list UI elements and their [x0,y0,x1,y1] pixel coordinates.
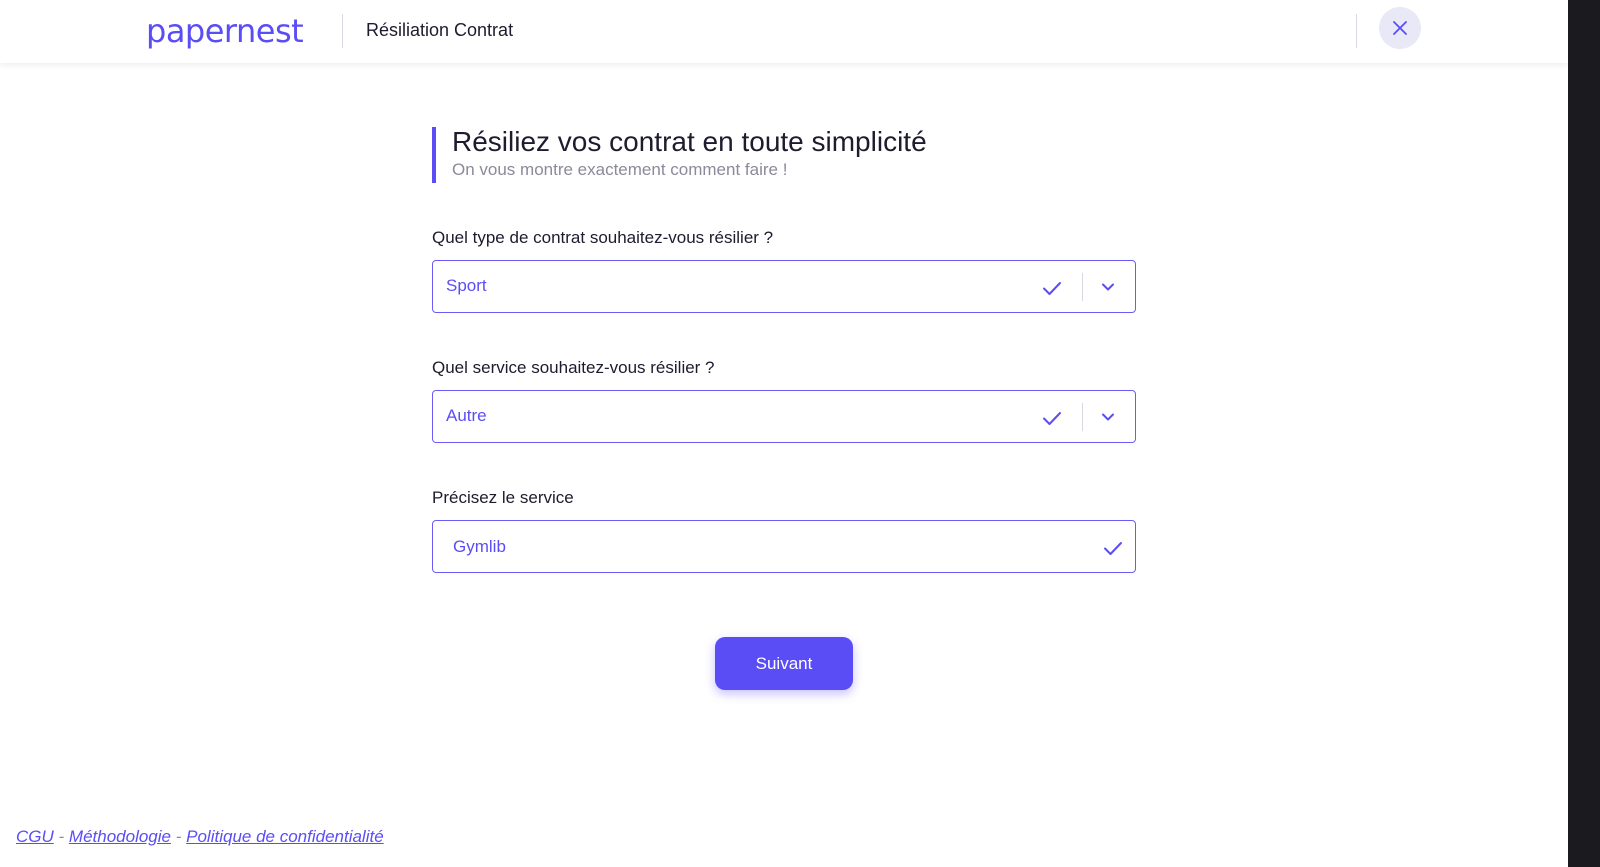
page-title: Résiliation Contrat [366,20,514,40]
service-detail-field [432,520,1136,573]
service-detail-label: Précisez le service [432,488,574,507]
check-icon [1043,282,1061,295]
contract-type-label: Quel type de contrat souhaitez-vous rési… [432,228,774,247]
footer-separator: - [175,827,182,846]
header-divider [342,14,343,48]
top-header: papernest Résiliation Contrat [0,0,1568,63]
page: papernest Résiliation Contrat Résiliez v… [0,0,1568,867]
privacy-policy-link[interactable]: Politique de confidentialité [186,827,384,846]
papernest-logo[interactable]: papernest [146,13,304,49]
intro-subtitle: On vous montre exactement comment faire … [452,160,788,179]
service-value: Autre [446,406,487,425]
footer-separator: - [58,827,65,846]
footer-links: CGU - Méthodologie - Politique de confid… [16,826,384,848]
select-separator [1082,403,1083,431]
intro-block: Résiliez vos contrat en toute simplicité… [432,127,927,183]
close-button[interactable] [1379,7,1421,49]
select-separator [1082,273,1083,301]
contract-type-value: Sport [446,276,487,295]
chevron-down-icon[interactable] [1099,278,1117,296]
check-icon [1104,542,1122,555]
window-edge [1568,0,1600,867]
next-button[interactable]: Suivant [715,637,853,690]
service-label: Quel service souhaitez-vous résilier ? [432,358,715,377]
contract-type-select[interactable]: Sport [432,260,1136,313]
chevron-down-icon[interactable] [1099,408,1117,426]
cgu-link[interactable]: CGU [16,827,54,846]
check-icon [1043,412,1061,425]
intro-title: Résiliez vos contrat en toute simplicité [452,126,927,157]
service-select[interactable]: Autre [432,390,1136,443]
header-divider [1356,14,1357,48]
close-icon [1393,21,1407,35]
service-detail-input[interactable] [433,521,1135,572]
methodology-link[interactable]: Méthodologie [69,827,171,846]
